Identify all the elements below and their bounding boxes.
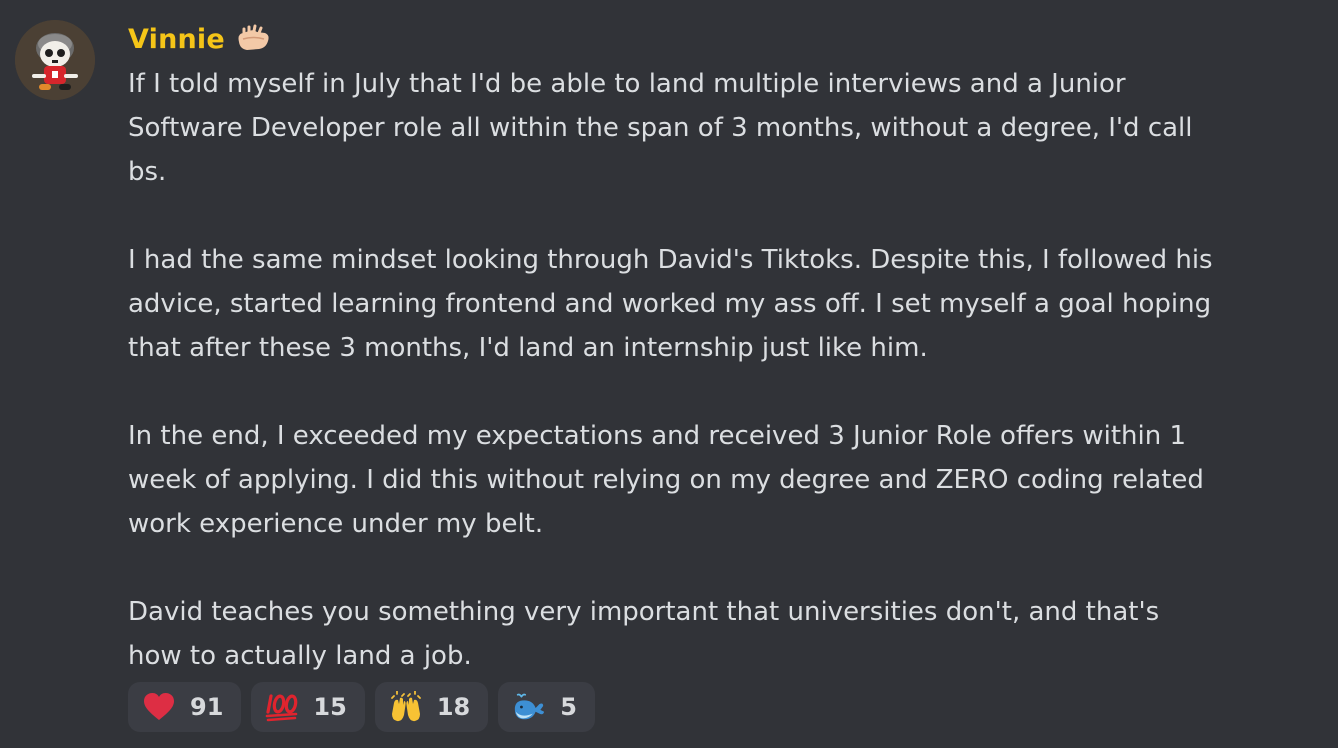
message-content: If I told myself in July that I'd be abl… xyxy=(128,62,1308,678)
paragraph-1: If I told myself in July that I'd be abl… xyxy=(128,62,1308,194)
text-line: If I told myself in July that I'd be abl… xyxy=(128,69,1126,99)
text-line: that after these 3 months, I'd land an i… xyxy=(128,333,928,363)
reaction-heart[interactable]: 91 xyxy=(128,682,242,732)
reaction-raising-hands[interactable]: 18 xyxy=(374,682,489,732)
text-line: Software Developer role all within the s… xyxy=(128,113,1193,143)
skull-character-icon xyxy=(15,20,95,100)
reaction-count: 91 xyxy=(190,693,224,721)
text-line: In the end, I exceeded my expectations a… xyxy=(128,421,1187,451)
text-line: David teaches you something very importa… xyxy=(128,597,1160,627)
chat-message: Vinnie If I told myself in July that I'd… xyxy=(0,0,1338,748)
whale-icon xyxy=(512,690,546,724)
reaction-whale[interactable]: 5 xyxy=(498,682,595,732)
paragraph-4: David teaches you something very importa… xyxy=(128,590,1308,678)
text-line: work experience under my belt. xyxy=(128,509,544,539)
text-line: I had the same mindset looking through D… xyxy=(128,245,1213,275)
hundred-points-icon xyxy=(265,690,299,724)
role-badge-icon[interactable] xyxy=(235,24,271,54)
paragraph-2: I had the same mindset looking through D… xyxy=(128,238,1308,370)
reaction-hundred[interactable]: 15 xyxy=(251,682,365,732)
heart-icon xyxy=(142,690,176,724)
avatar[interactable] xyxy=(15,20,95,100)
paragraph-3: In the end, I exceeded my expectations a… xyxy=(128,414,1308,546)
reaction-count: 5 xyxy=(560,693,577,721)
text-line: bs. xyxy=(128,157,167,187)
text-line: how to actually land a job. xyxy=(128,641,472,671)
username[interactable]: Vinnie xyxy=(128,24,225,55)
text-line: advice, started learning frontend and wo… xyxy=(128,289,1212,319)
reactions-bar: 91 15 18 5 xyxy=(128,682,595,732)
reaction-count: 15 xyxy=(313,693,347,721)
raising-hands-icon xyxy=(389,690,423,724)
message-header: Vinnie xyxy=(128,19,271,59)
reaction-count: 18 xyxy=(436,693,471,721)
text-line: week of applying. I did this without rel… xyxy=(128,465,1204,495)
